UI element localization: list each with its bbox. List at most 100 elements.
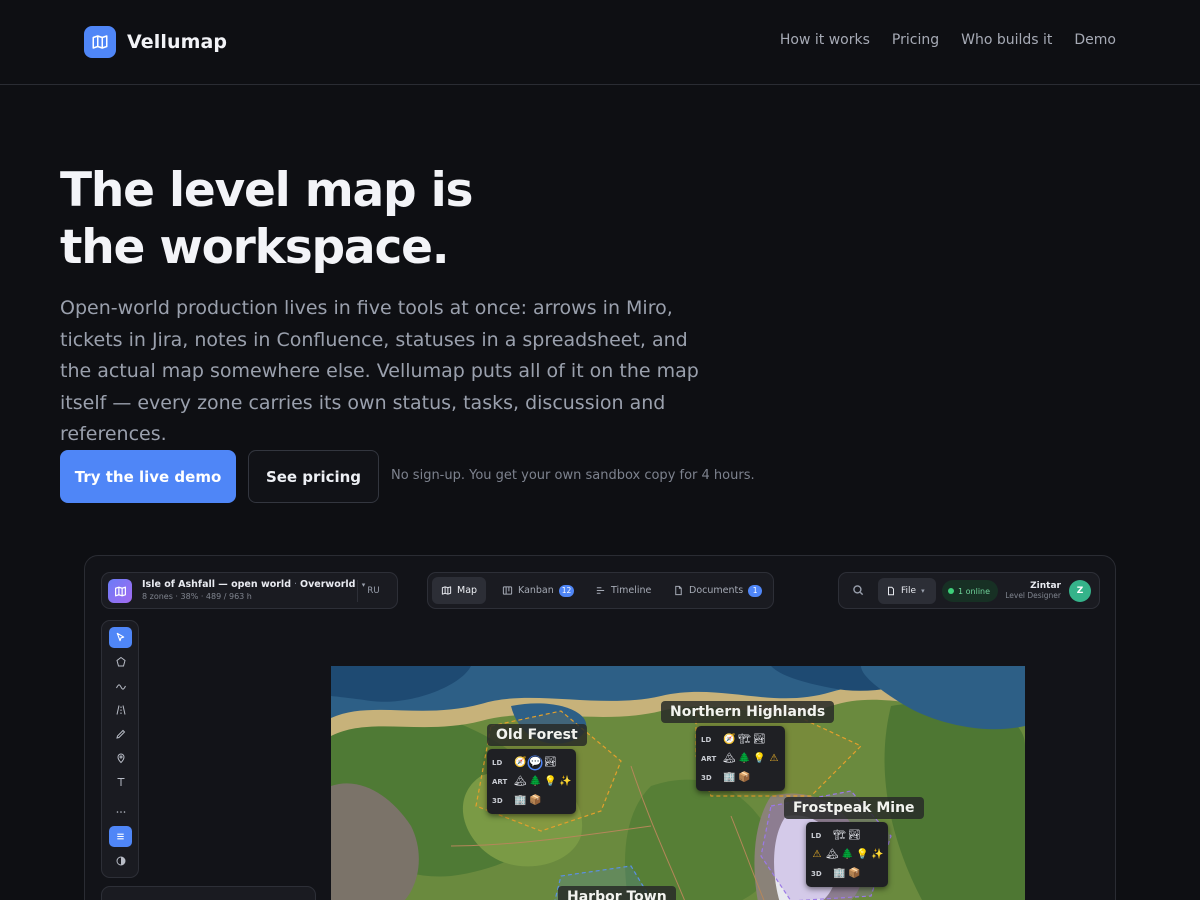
row-tag: 3D	[701, 773, 712, 782]
lightbulb-icon: 💡	[544, 775, 557, 787]
online-dot-icon	[948, 588, 954, 594]
crane-icon: 🏗	[833, 829, 846, 841]
tab-badge: 12	[558, 584, 575, 597]
chat-bubble-icon: 💬	[529, 756, 542, 768]
polygon-icon	[115, 656, 126, 666]
tab-documents[interactable]: Documents 1	[664, 577, 771, 604]
project-panel[interactable]: Isle of Ashfall — open world · Overworld ▾…	[101, 572, 398, 609]
more-dots-icon	[116, 810, 125, 813]
mountain-icon: 🏔	[723, 752, 736, 764]
building-icon: 🏢	[833, 867, 846, 879]
zone-card-frostpeak-mine[interactable]: LD 🏗 🏞 ⚠ 🏔 🌲 💡 ✨ 3D 🏢 📦	[806, 822, 888, 887]
zone-label-harbor-town[interactable]: Harbor Town	[558, 886, 676, 900]
row-tag: LD	[492, 758, 503, 767]
text-icon	[117, 777, 124, 786]
compass-icon: 🧭	[514, 756, 527, 768]
gallery-icon: 🏞	[753, 733, 766, 745]
avatar[interactable]: Z	[1069, 580, 1091, 602]
right-toolbar: File ▾ 1 online Zintar Level Designer Z	[838, 572, 1100, 609]
timeline-icon	[596, 587, 605, 594]
project-name: Isle of Ashfall — open world	[142, 579, 291, 590]
theme-toggle[interactable]	[109, 850, 132, 871]
file-icon	[888, 586, 894, 596]
box-icon: 📦	[529, 794, 542, 806]
map-pin-icon	[116, 753, 125, 763]
zone-label-old-forest[interactable]: Old Forest	[487, 724, 587, 746]
contrast-icon	[116, 856, 125, 865]
top-nav: Vellumap How it works Pricing Who builds…	[0, 0, 1200, 85]
tab-label: Map	[457, 585, 478, 596]
row-tag: ART	[492, 777, 508, 786]
text-tool[interactable]	[109, 771, 132, 792]
project-title: Isle of Ashfall — open world · Overworld ▾	[142, 579, 366, 590]
tab-map[interactable]: Map	[432, 577, 487, 604]
language-toggle[interactable]: RU	[357, 580, 389, 602]
brand[interactable]: Vellumap	[84, 26, 227, 58]
brand-name: Vellumap	[127, 31, 228, 53]
online-indicator: 1 online	[942, 580, 998, 602]
row-tag: 3D	[492, 796, 503, 805]
row-tag: LD	[811, 831, 822, 840]
pin-tool[interactable]	[109, 747, 132, 768]
building-icon: 🏢	[723, 771, 736, 783]
zone-card-northern-highlands[interactable]: LD 🧭 🏗 🏞 ART 🏔 🌲 💡 ⚠ 3D 🏢 📦	[696, 726, 785, 791]
warning-icon: ⚠	[812, 848, 822, 860]
file-menu-button[interactable]: File ▾	[878, 578, 936, 604]
level-map[interactable]: Old Forest LD 🧭 💬 🏞 ART 🏔 🌲 💡 ✨ 3D 🏢 📦 Northern H…	[331, 666, 1025, 900]
building-icon: 🏢	[514, 794, 527, 806]
sparkles-icon: ✨	[559, 775, 572, 787]
tab-label: Timeline	[611, 585, 652, 596]
kanban-icon	[502, 586, 513, 595]
hero-subtitle: Open-world production lives in five tool…	[60, 297, 699, 445]
zone-card-old-forest[interactable]: LD 🧭 💬 🏞 ART 🏔 🌲 💡 ✨ 3D 🏢 📦	[487, 749, 576, 814]
layers-panel	[101, 886, 316, 900]
chevron-down-icon: ▾	[921, 587, 925, 595]
more-tools[interactable]	[109, 801, 132, 822]
sparkles-icon: ✨	[871, 848, 884, 860]
cta-note: No sign-up. You get your own sandbox cop…	[391, 468, 755, 483]
see-pricing-button[interactable]: See pricing	[248, 450, 379, 503]
tab-kanban[interactable]: Kanban 12	[493, 577, 583, 604]
user-role: Level Designer	[1005, 591, 1061, 600]
map-icon	[108, 579, 132, 603]
hero-title-line-2: the workspace.	[60, 220, 450, 275]
tab-badge: 1	[748, 584, 763, 597]
try-live-demo-button[interactable]: Try the live demo	[60, 450, 236, 503]
nav-link-how-it-works[interactable]: How it works	[780, 32, 870, 48]
file-label: File	[901, 586, 917, 596]
tab-timeline[interactable]: Timeline	[586, 577, 660, 604]
map-icon	[441, 586, 452, 595]
row-tag: LD	[701, 735, 712, 744]
online-count: 1 online	[958, 586, 991, 596]
nav-link-who-builds-it[interactable]: Who builds it	[961, 32, 1052, 48]
lightbulb-icon: 💡	[856, 848, 869, 860]
search-icon[interactable]	[851, 583, 865, 597]
user-info: Zintar Level Designer	[1005, 581, 1061, 600]
road-icon	[116, 704, 125, 715]
warning-icon: ⚠	[769, 752, 779, 764]
zone-label-frostpeak-mine[interactable]: Frostpeak Mine	[784, 797, 924, 819]
select-tool[interactable]	[109, 627, 132, 648]
layers-toggle[interactable]	[109, 826, 132, 847]
curve-tool[interactable]	[109, 675, 132, 696]
mountain-icon: 🏔	[514, 775, 527, 787]
box-icon: 📦	[738, 771, 751, 783]
box-icon: 📦	[848, 867, 861, 879]
hero-title-line-1: The level map is	[60, 163, 474, 218]
zone-label-northern-highlands[interactable]: Northern Highlands	[661, 701, 835, 723]
nav-link-pricing[interactable]: Pricing	[892, 32, 939, 48]
ruler-tool[interactable]	[109, 723, 132, 744]
row-tag: ART	[701, 754, 717, 763]
polygon-tool[interactable]	[109, 651, 132, 672]
nav-link-demo[interactable]: Demo	[1074, 32, 1116, 48]
tree-icon: 🌲	[529, 775, 542, 787]
pencil-icon	[115, 729, 125, 739]
gallery-icon: 🏞	[544, 756, 557, 768]
layer-select[interactable]: Overworld	[300, 579, 355, 590]
gallery-icon: 🏞	[848, 829, 861, 841]
cursor-icon	[116, 632, 125, 642]
list-icon	[117, 833, 124, 840]
view-tabs: Map Kanban 12 Timeline Documents 1	[427, 572, 774, 609]
road-tool[interactable]	[109, 699, 132, 720]
tab-label: Kanban	[518, 585, 554, 596]
